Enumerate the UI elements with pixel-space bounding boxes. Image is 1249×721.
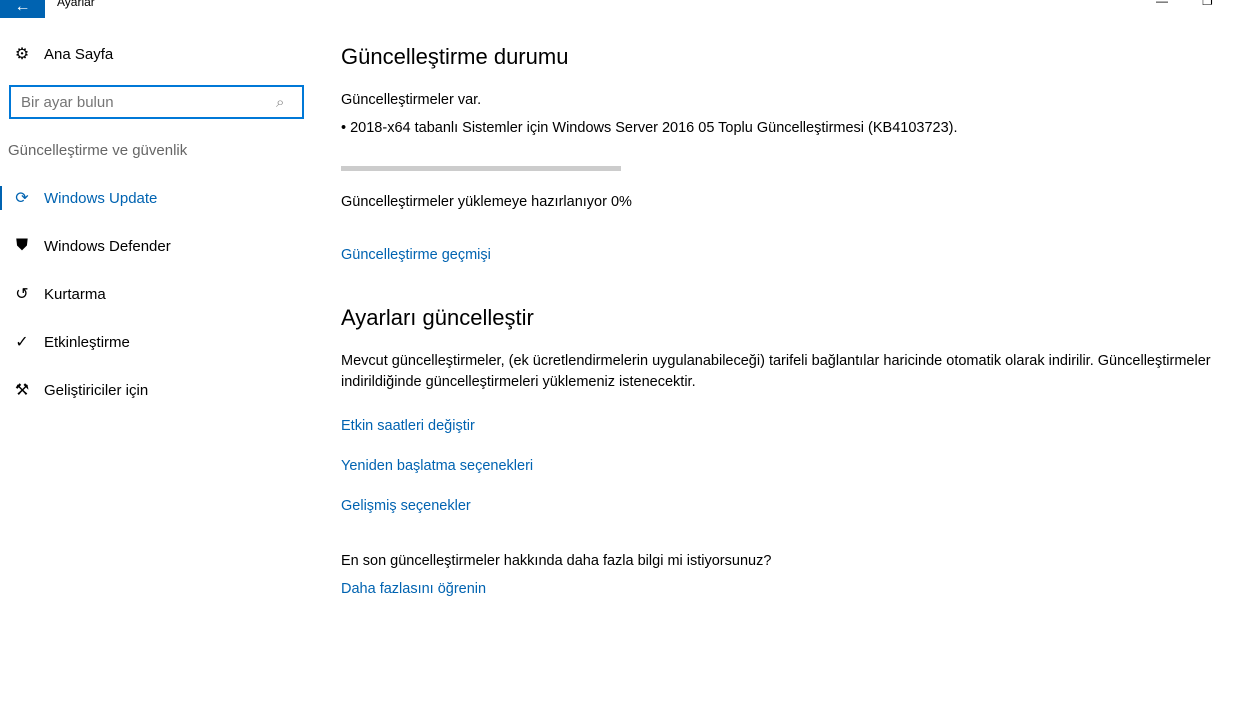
- active-hours-link[interactable]: Etkin saatleri değiştir: [341, 418, 475, 434]
- advanced-options-link[interactable]: Gelişmiş seçenekler: [341, 498, 471, 514]
- sidebar-item-developers[interactable]: ⚒ Geliştiriciler için: [0, 366, 320, 414]
- update-history-link[interactable]: Güncelleştirme geçmişi: [341, 247, 491, 263]
- search-box[interactable]: ⌕: [9, 85, 304, 119]
- settings-desc-1: Mevcut güncelleştirmeler, (ek ücretlendi…: [341, 353, 1211, 369]
- label: Kurtarma: [44, 285, 106, 303]
- progress-text: Güncelleştirmeler yüklemeye hazırlanıyor…: [341, 194, 632, 210]
- sidebar-item-windows-defender[interactable]: ⛊ Windows Defender: [0, 222, 320, 270]
- sidebar-item-windows-update[interactable]: ⟳ Windows Update: [0, 174, 320, 222]
- check-circle-icon: ✓: [15, 334, 29, 351]
- learn-more-link[interactable]: Daha fazlasını öğrenin: [341, 581, 486, 597]
- label: Geliştiriciler için: [44, 381, 149, 399]
- update-item: • 2018-x64 tabanlı Sistemler için Window…: [341, 120, 958, 136]
- more-info-question: En son güncelleştirmeler hakkında daha f…: [341, 553, 772, 569]
- restart-options-link[interactable]: Yeniden başlatma seçenekleri: [341, 458, 533, 474]
- settings-title: Ayarları güncelleştir: [341, 305, 534, 330]
- status-title: Güncelleştirme durumu: [341, 44, 569, 69]
- sync-icon: ⟳: [15, 190, 29, 207]
- updates-available: Güncelleştirmeler var.: [341, 92, 482, 108]
- back-button[interactable]: ←: [0, 0, 45, 18]
- sidebar-item-home[interactable]: ⚙ Ana Sayfa: [0, 30, 320, 78]
- history-icon: ↺: [15, 286, 29, 303]
- sidebar-item-recovery[interactable]: ↺ Kurtarma: [0, 270, 320, 318]
- label: Windows Update: [44, 189, 158, 207]
- section-heading: Güncelleştirme ve güvenlik: [8, 142, 188, 159]
- arrow-left-icon: ←: [14, 0, 31, 15]
- search-input[interactable]: [11, 92, 276, 112]
- label: Etkinleştirme: [44, 333, 130, 351]
- home-label: Ana Sayfa: [44, 45, 114, 63]
- window-title: Ayarlar: [57, 0, 95, 9]
- search-icon[interactable]: ⌕: [276, 94, 302, 111]
- gear-icon: ⚙: [14, 46, 30, 63]
- sidebar-item-activation[interactable]: ✓ Etkinleştirme: [0, 318, 320, 366]
- restore-button[interactable]: ❐: [1202, 0, 1213, 8]
- settings-desc-2: indirildiğinde güncelleştirmeleri yüklem…: [341, 374, 696, 390]
- progress-bar: [341, 166, 621, 171]
- minimize-button[interactable]: —: [1156, 0, 1168, 8]
- tools-icon: ⚒: [14, 382, 30, 399]
- label: Windows Defender: [44, 237, 171, 255]
- shield-icon: ⛊: [15, 237, 28, 254]
